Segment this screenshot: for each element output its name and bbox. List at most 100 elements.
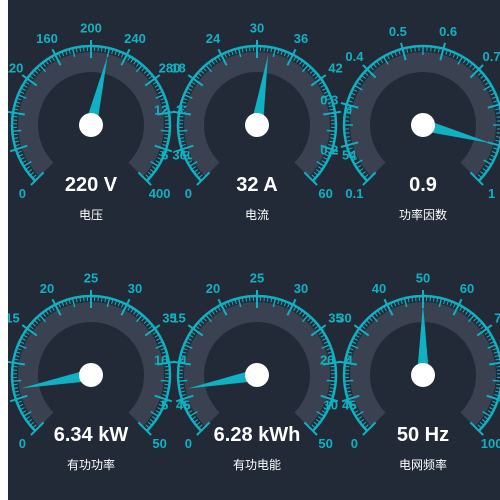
tick-label: 0	[351, 436, 358, 451]
minor-tick	[311, 424, 316, 429]
minor-tick	[296, 58, 300, 63]
minor-tick	[314, 75, 319, 80]
minor-tick	[164, 133, 170, 136]
minor-tick	[12, 129, 22, 132]
minor-tick	[359, 419, 365, 423]
minor-tick	[344, 116, 350, 118]
needle-hub	[245, 113, 269, 137]
minor-tick	[202, 317, 207, 322]
minor-tick	[12, 133, 18, 136]
minor-tick	[149, 419, 155, 423]
minor-tick	[178, 115, 184, 118]
tick-label: 20	[320, 352, 334, 367]
minor-tick	[344, 379, 354, 382]
needle-hub	[411, 113, 435, 137]
gauge-1: 04080120160200240280320360400220 V电压	[8, 21, 198, 222]
tick-label: 0	[19, 186, 26, 201]
gauge-value: 0.9	[409, 174, 437, 196]
minor-tick	[12, 115, 18, 118]
tick-label: 120	[8, 60, 23, 75]
minor-tick	[214, 58, 218, 63]
gauge-value: 32 A	[236, 174, 278, 196]
minor-tick	[148, 75, 153, 80]
minor-tick	[344, 383, 350, 386]
tick-label: 6	[161, 147, 168, 162]
gauge-6: 010203040506070809010050 Hz电网频率	[320, 271, 500, 472]
gauge-name: 电网频率	[399, 457, 447, 472]
minor-tick	[364, 424, 369, 429]
minor-tick	[326, 379, 336, 382]
tick-label: 0	[185, 436, 192, 451]
tick-label: 36	[294, 31, 308, 46]
minor-tick	[317, 166, 323, 170]
gauge-name: 电流	[245, 208, 269, 222]
gauge-3: 0.10.20.30.40.50.60.70.80.910.9功率因数	[320, 24, 500, 222]
minor-tick	[33, 319, 39, 324]
minor-tick	[79, 296, 82, 302]
tick-label: 0.7	[483, 49, 500, 64]
minor-tick	[496, 116, 500, 118]
minor-tick	[467, 312, 472, 317]
minor-tick	[472, 65, 477, 71]
minor-tick	[496, 383, 500, 386]
minor-tick	[12, 379, 22, 382]
minor-tick	[130, 308, 134, 313]
gauge-2: 0612182430364248546032 A电流	[154, 21, 360, 223]
minor-tick	[178, 365, 184, 368]
minor-tick	[369, 65, 374, 71]
tick-label: 0.1	[345, 186, 363, 201]
tick-label: 24	[206, 31, 221, 46]
minor-tick	[42, 62, 47, 67]
tick-label: 1	[488, 186, 495, 201]
minor-tick	[190, 81, 196, 85]
minor-tick	[151, 416, 157, 420]
minor-tick	[379, 58, 384, 64]
minor-tick	[133, 310, 137, 315]
minor-tick	[12, 383, 18, 386]
minor-tick	[315, 419, 321, 423]
minor-tick	[45, 310, 49, 315]
minor-tick	[312, 72, 317, 77]
minor-tick	[299, 310, 303, 315]
minor-tick	[356, 81, 362, 86]
minor-tick	[432, 296, 435, 302]
minor-tick	[361, 171, 366, 176]
minor-tick	[145, 174, 150, 179]
minor-tick	[24, 81, 30, 85]
minor-tick	[143, 69, 149, 74]
minor-tick	[79, 46, 82, 52]
minor-tick	[318, 81, 324, 85]
minor-tick	[36, 317, 41, 322]
minor-tick	[197, 72, 202, 77]
minor-tick	[496, 365, 500, 368]
minor-tick	[377, 310, 381, 315]
gauge-value: 6.34 kW	[54, 424, 129, 446]
tick-label: 30	[128, 281, 142, 296]
tick-label: 18	[171, 60, 185, 75]
minor-tick	[330, 115, 336, 118]
tick-label: 0.5	[389, 24, 407, 39]
tick-label: 240	[124, 31, 146, 46]
minor-tick	[482, 168, 488, 172]
minor-tick	[266, 296, 269, 302]
minor-tick	[164, 383, 170, 386]
minor-tick	[477, 174, 483, 179]
minor-tick	[29, 325, 34, 330]
minor-tick	[496, 112, 500, 114]
gauge-4: 051015202530354045506.34 kW有功功率	[8, 271, 194, 472]
minor-tick	[211, 60, 215, 65]
minor-tick	[313, 171, 319, 176]
minor-tick	[492, 379, 500, 382]
minor-tick	[32, 174, 37, 179]
minor-tick	[193, 169, 199, 173]
minor-tick	[495, 387, 500, 389]
tick-label: 70	[494, 310, 500, 325]
gauge-name: 电压	[79, 208, 103, 222]
tick-label: 10	[154, 352, 168, 367]
minor-tick	[480, 325, 485, 330]
minor-tick	[380, 308, 384, 313]
minor-tick	[481, 419, 487, 423]
minor-tick	[130, 58, 134, 63]
minor-tick	[36, 67, 41, 72]
minor-tick	[178, 129, 188, 132]
